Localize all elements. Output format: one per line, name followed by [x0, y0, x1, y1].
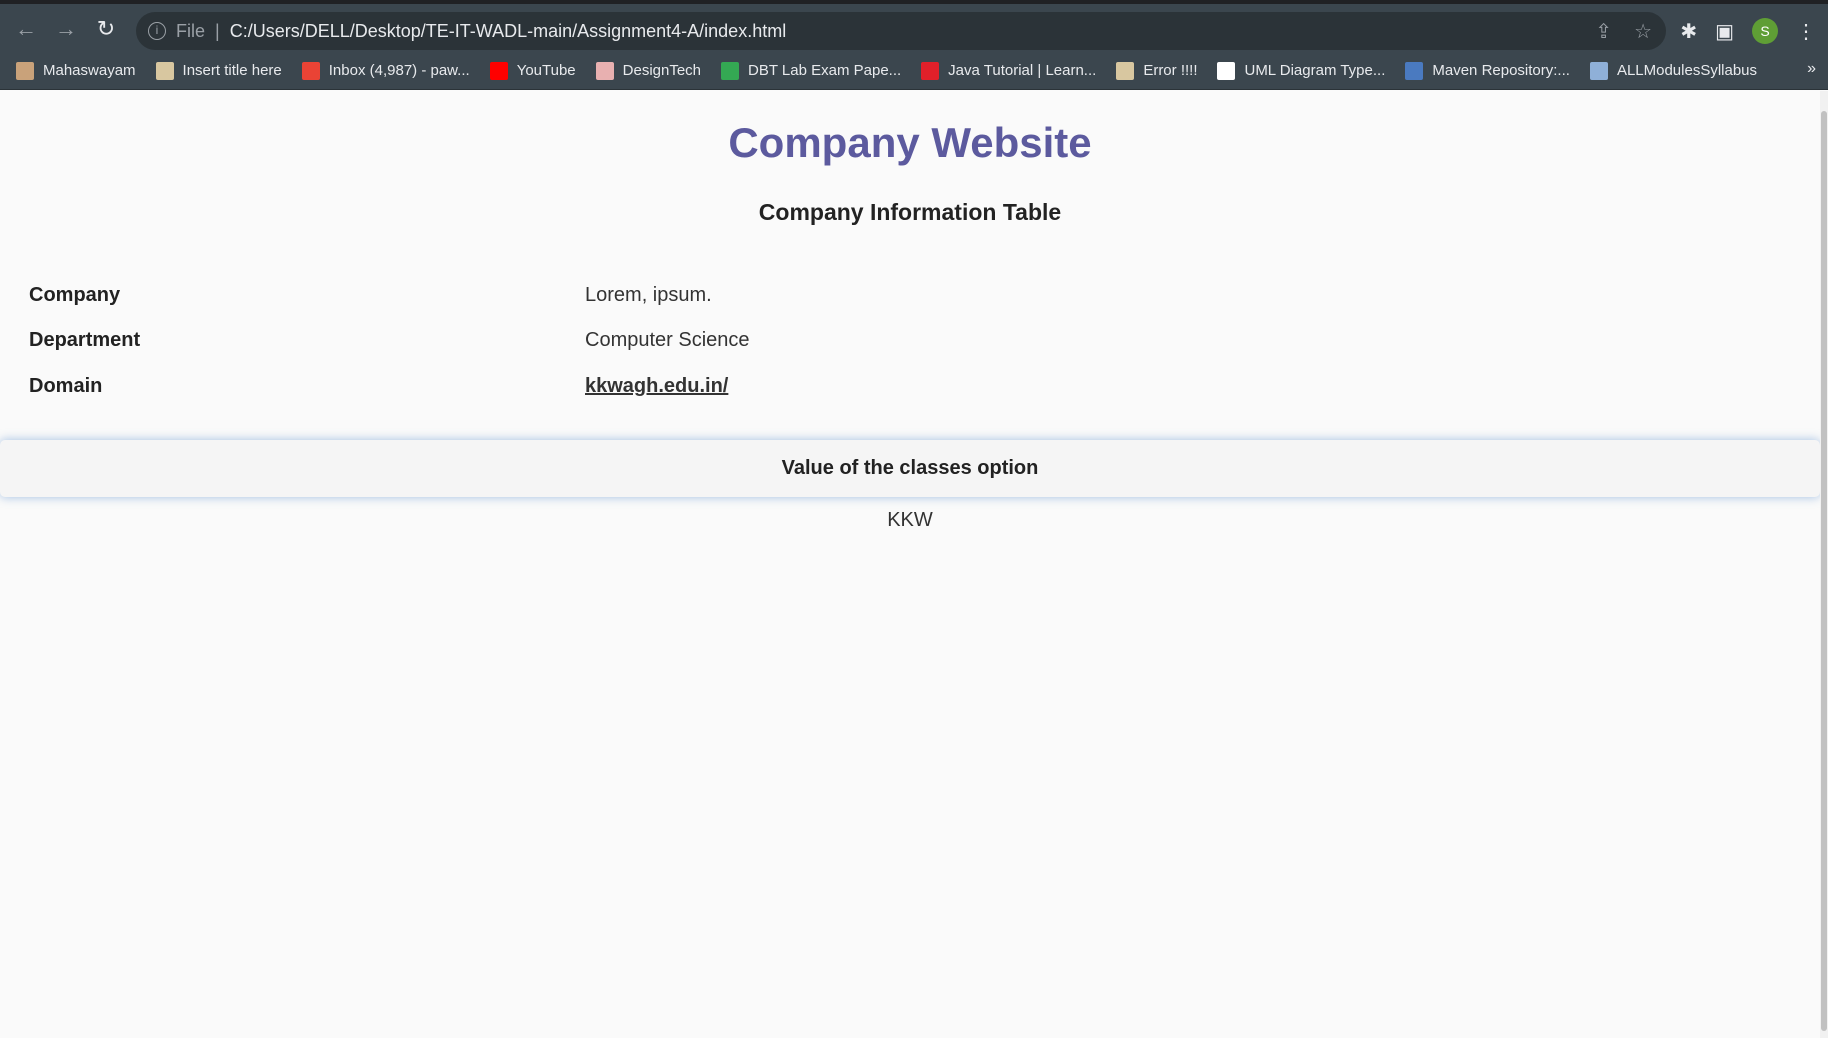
domain-link[interactable]: kkwagh.edu.in/ — [585, 375, 728, 398]
bookmark-item[interactable]: UML Diagram Type... — [1217, 61, 1386, 80]
row-value: Computer Science — [585, 329, 750, 351]
side-panel-icon[interactable]: ▣ — [1715, 19, 1734, 44]
browser-toolbar: ← → ↻ i File | C:/Users/DELL/Desktop/TE-… — [0, 4, 1828, 54]
reload-icon[interactable]: ↻ — [86, 16, 126, 42]
bookmark-label: Insert title here — [182, 62, 282, 79]
url-text[interactable]: C:/Users/DELL/Desktop/TE-IT-WADL-main/As… — [230, 21, 787, 42]
bookmark-item[interactable]: Mahaswayam — [16, 61, 136, 80]
classes-panel-header: Value of the classes option — [0, 440, 1820, 497]
address-bar[interactable]: i File | C:/Users/DELL/Desktop/TE-IT-WAD… — [136, 12, 1666, 50]
bookmark-favicon-icon — [155, 61, 174, 80]
bookmark-label: YouTube — [516, 62, 576, 79]
bookmark-item[interactable]: DesignTech — [595, 61, 702, 80]
bookmarks-more-icon[interactable]: » — [1807, 60, 1816, 78]
page-content: Company Website Company Information Tabl… — [0, 91, 1820, 1038]
page-title: Company Website — [728, 119, 1092, 166]
bookmarks-bar: Mahaswayam Insert title here Inbox (4,987)… — [0, 52, 1828, 90]
bookmark-favicon-icon — [301, 61, 320, 80]
bookmark-favicon-icon — [489, 61, 508, 80]
star-icon[interactable]: ☆ — [1634, 19, 1652, 44]
bookmark-item[interactable]: Java Tutorial | Learn... — [921, 61, 1097, 80]
bookmark-item[interactable]: Maven Repository:... — [1405, 61, 1570, 80]
bookmark-label: Maven Repository:... — [1432, 62, 1570, 79]
back-icon[interactable]: ← — [6, 16, 46, 42]
share-icon[interactable]: ⇪ — [1595, 19, 1612, 44]
row-label: Department — [29, 329, 141, 351]
bookmark-label: Error !!!! — [1143, 62, 1198, 79]
bookmark-label: Java Tutorial | Learn... — [948, 62, 1097, 79]
bookmark-label: Inbox (4,987) - paw... — [328, 62, 470, 79]
bookmark-favicon-icon — [1405, 61, 1424, 80]
bookmark-item[interactable]: YouTube — [489, 61, 576, 80]
profile-avatar[interactable]: S — [1752, 18, 1778, 44]
bookmark-favicon-icon — [1116, 61, 1135, 80]
info-icon[interactable]: i — [148, 22, 166, 40]
classes-value: KKW — [887, 509, 933, 531]
bookmark-favicon-icon — [595, 61, 614, 80]
bookmark-label: DBT Lab Exam Pape... — [748, 62, 902, 79]
bookmark-favicon-icon — [721, 61, 740, 80]
bookmark-item[interactable]: DBT Lab Exam Pape... — [721, 61, 902, 80]
bookmark-favicon-icon — [1217, 61, 1236, 80]
row-label: Company — [29, 284, 121, 306]
url-scheme: File — [176, 20, 206, 41]
bookmark-label: ALLModulesSyllabus — [1616, 62, 1758, 79]
bookmark-label: UML Diagram Type... — [1244, 62, 1386, 79]
bookmark-item[interactable]: Inbox (4,987) - paw... — [301, 61, 470, 80]
scrollbar-thumb[interactable] — [1821, 111, 1827, 1031]
bookmark-favicon-icon — [921, 61, 940, 80]
bookmark-favicon-icon — [1589, 61, 1608, 80]
separator: | — [215, 20, 220, 41]
bookmark-favicon-icon — [16, 61, 34, 80]
row-label: Domain — [29, 375, 103, 397]
bookmark-label: DesignTech — [622, 62, 702, 79]
forward-icon[interactable]: → — [46, 16, 86, 42]
bookmark-item[interactable]: Error !!!! — [1116, 61, 1198, 80]
table-title: Company Information Table — [758, 199, 1062, 225]
bookmark-item[interactable]: ALLModulesSyllabus — [1589, 61, 1758, 80]
scrollbar[interactable] — [1820, 91, 1828, 1038]
extensions-icon[interactable]: ✱ — [1680, 19, 1697, 44]
menu-icon[interactable]: ⋮ — [1796, 19, 1816, 44]
bookmark-item[interactable]: Insert title here — [155, 61, 282, 80]
row-value: Lorem, ipsum. — [585, 284, 712, 306]
bookmark-label: Mahaswayam — [43, 62, 136, 79]
